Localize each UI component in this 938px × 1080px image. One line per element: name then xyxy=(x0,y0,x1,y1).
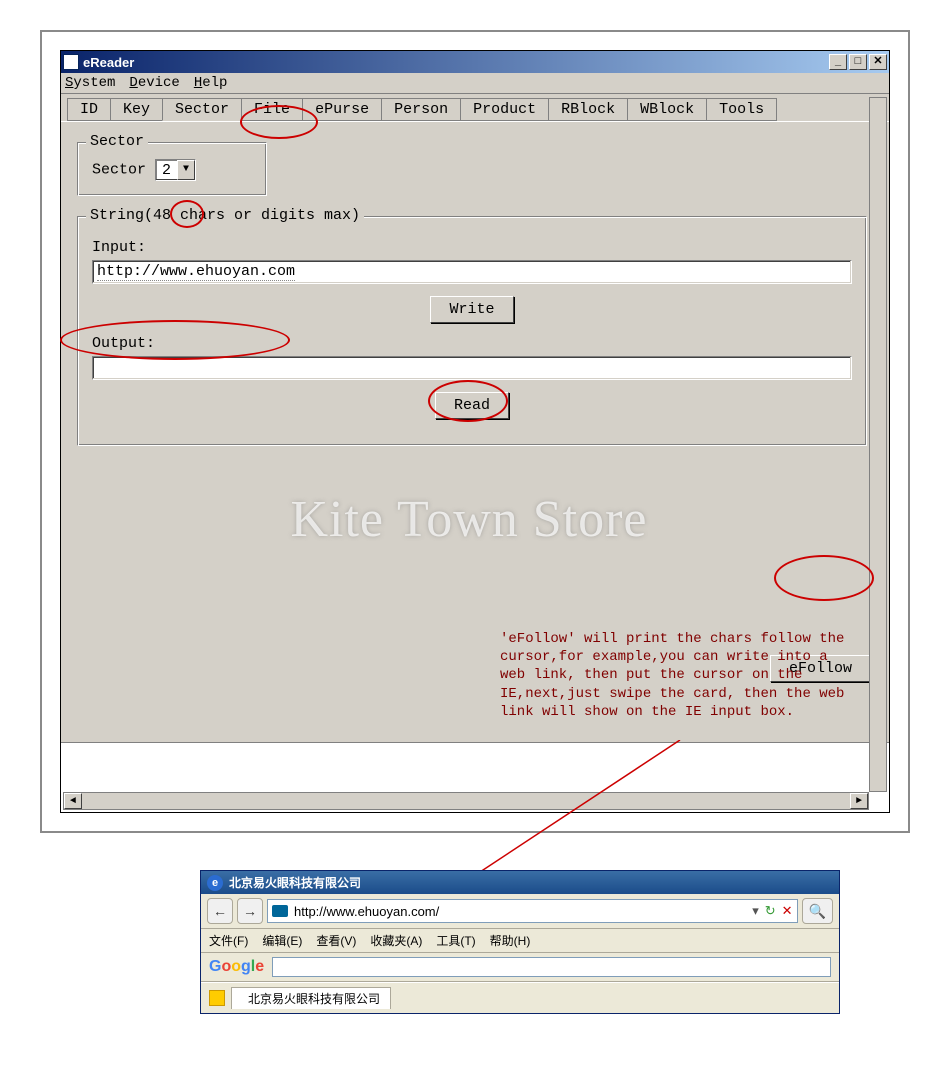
efollow-button[interactable]: eFollow xyxy=(770,655,871,682)
maximize-button[interactable]: □ xyxy=(849,54,867,70)
window-buttons: _ □ ✕ xyxy=(829,54,887,70)
tab-tools[interactable]: Tools xyxy=(706,98,777,121)
tab-id[interactable]: ID xyxy=(67,98,111,121)
ie-icon: e xyxy=(207,875,223,891)
titlebar: eReader _ □ ✕ xyxy=(61,51,889,73)
app-icon xyxy=(63,54,79,70)
ie-search-button[interactable]: 🔍 xyxy=(802,898,833,924)
vertical-scrollbar[interactable] xyxy=(869,97,887,792)
app-window: eReader _ □ ✕ System Device Help ID Key … xyxy=(60,50,890,813)
input-label: Input: xyxy=(92,239,852,256)
horizontal-scrollbar[interactable]: ◄ ► xyxy=(63,792,869,810)
ie-menu-file[interactable]: 文件(F) xyxy=(209,932,248,949)
ie-menu-help[interactable]: 帮助(H) xyxy=(490,932,531,949)
tab-key[interactable]: Key xyxy=(110,98,163,121)
ie-menu-tools[interactable]: 工具(T) xyxy=(436,932,475,949)
ie-window: e 北京易火眼科技有限公司 ← → http://www.ehuoyan.com… xyxy=(200,870,840,1014)
ie-stop-icon[interactable]: ✕ xyxy=(782,903,793,919)
bottom-panel: ◄ ► xyxy=(61,742,889,812)
output-textbox[interactable] xyxy=(92,356,852,380)
tab-rblock[interactable]: RBlock xyxy=(548,98,628,121)
ie-page-tab[interactable]: 北京易火眼科技有限公司 xyxy=(231,987,391,1009)
outer-frame: eReader _ □ ✕ System Device Help ID Key … xyxy=(40,30,910,833)
tab-epurse[interactable]: ePurse xyxy=(302,98,382,121)
ie-favorites-icon[interactable] xyxy=(209,990,225,1006)
tab-sector[interactable]: Sector xyxy=(162,98,242,121)
output-label: Output: xyxy=(92,335,852,352)
ie-address-text: http://www.ehuoyan.com/ xyxy=(294,904,439,919)
sector-legend: Sector xyxy=(86,133,148,150)
ie-address-bar[interactable]: http://www.ehuoyan.com/ ▾ ↻ ✕ xyxy=(267,899,798,923)
ie-titlebar: e 北京易火眼科技有限公司 xyxy=(201,871,839,894)
ie-refresh-icon[interactable]: ↻ xyxy=(765,903,776,919)
scroll-right-icon[interactable]: ► xyxy=(850,793,868,809)
ie-back-button[interactable]: ← xyxy=(207,898,233,924)
ie-forward-button[interactable]: → xyxy=(237,898,263,924)
ie-menu-view[interactable]: 查看(V) xyxy=(316,932,356,949)
client-area: Sector Sector 2 ▼ String(48 chars or dig… xyxy=(61,122,889,742)
string-group: String(48 chars or digits max) Input: ht… xyxy=(77,216,867,446)
read-button[interactable]: Read xyxy=(435,392,509,419)
tab-product[interactable]: Product xyxy=(460,98,549,121)
minimize-button[interactable]: _ xyxy=(829,54,847,70)
tab-person[interactable]: Person xyxy=(381,98,461,121)
dropdown-icon[interactable]: ▼ xyxy=(177,160,195,180)
sector-group: Sector Sector 2 ▼ xyxy=(77,142,267,196)
menu-help[interactable]: Help xyxy=(194,75,228,91)
ie-tab-label: 北京易火眼科技有限公司 xyxy=(248,990,380,1007)
tabbar: ID Key Sector File ePurse Person Product… xyxy=(61,94,889,122)
ie-dropdown-icon[interactable]: ▾ xyxy=(752,903,759,919)
google-search-input[interactable] xyxy=(272,957,831,977)
sector-combobox[interactable]: 2 ▼ xyxy=(155,159,196,181)
window-title: eReader xyxy=(83,55,134,70)
ie-menu-fav[interactable]: 收藏夹(A) xyxy=(370,932,422,949)
sector-value: 2 xyxy=(156,162,177,179)
string-legend: String(48 chars or digits max) xyxy=(86,207,364,224)
menubar: System Device Help xyxy=(61,73,889,94)
ie-tabbar: 北京易火眼科技有限公司 xyxy=(201,982,839,1013)
scroll-left-icon[interactable]: ◄ xyxy=(64,793,82,809)
ie-menubar: 文件(F) 编辑(E) 查看(V) 收藏夹(A) 工具(T) 帮助(H) xyxy=(201,929,839,953)
write-button[interactable]: Write xyxy=(430,296,513,323)
ie-menu-edit[interactable]: 编辑(E) xyxy=(262,932,302,949)
tab-wblock[interactable]: WBlock xyxy=(627,98,707,121)
menu-device[interactable]: Device xyxy=(129,75,179,91)
input-textbox[interactable]: http://www.ehuoyan.com xyxy=(92,260,852,284)
ie-title-text: 北京易火眼科技有限公司 xyxy=(229,874,361,891)
menu-system[interactable]: System xyxy=(65,75,115,91)
ie-navbar: ← → http://www.ehuoyan.com/ ▾ ↻ ✕ 🔍 xyxy=(201,894,839,929)
input-value: http://www.ehuoyan.com xyxy=(97,263,295,281)
close-button[interactable]: ✕ xyxy=(869,54,887,70)
sector-label: Sector xyxy=(92,162,146,179)
ie-favicon xyxy=(272,905,288,917)
tab-file[interactable]: File xyxy=(241,98,303,121)
ie-google-toolbar: Google xyxy=(201,953,839,982)
google-logo: Google xyxy=(209,958,264,976)
